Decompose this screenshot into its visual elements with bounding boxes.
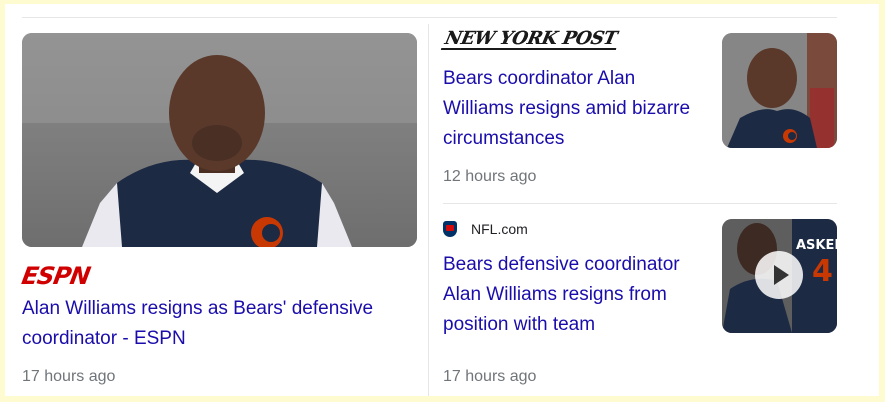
hero-thumbnail[interactable] (22, 33, 417, 247)
divider (22, 17, 837, 18)
nfl-source: NFL.com (443, 219, 528, 239)
card2-video-thumbnail[interactable]: ASKER 4 (722, 219, 837, 333)
nfl-source-name: NFL.com (471, 221, 528, 237)
jersey-text: ASKER (796, 238, 837, 253)
hero-headline-link[interactable]: Alan Williams resigns as Bears' defensiv… (22, 294, 417, 354)
hero-photo (22, 33, 417, 247)
svg-text:4: 4 (812, 254, 833, 289)
card2-headline-link[interactable]: Bears defensive coordinator Alan William… (443, 250, 708, 340)
card1-timestamp: 12 hours ago (443, 168, 537, 185)
card2-timestamp: 17 hours ago (443, 368, 537, 385)
top-stories-panel: ESPN Alan Williams resigns as Bears' def… (5, 4, 879, 396)
column-divider (428, 24, 429, 396)
play-icon[interactable] (755, 251, 803, 299)
card-divider (443, 203, 837, 204)
hero-timestamp: 17 hours ago (22, 368, 116, 385)
new-york-post-logo: NEW YORK POST (440, 28, 621, 50)
card1-headline-link[interactable]: Bears coordinator Alan Williams resigns … (443, 64, 708, 154)
nfl-shield-icon (443, 221, 457, 237)
espn-logo: ESPN (19, 262, 92, 290)
card1-thumbnail[interactable] (722, 33, 837, 148)
card1-photo (722, 33, 837, 148)
